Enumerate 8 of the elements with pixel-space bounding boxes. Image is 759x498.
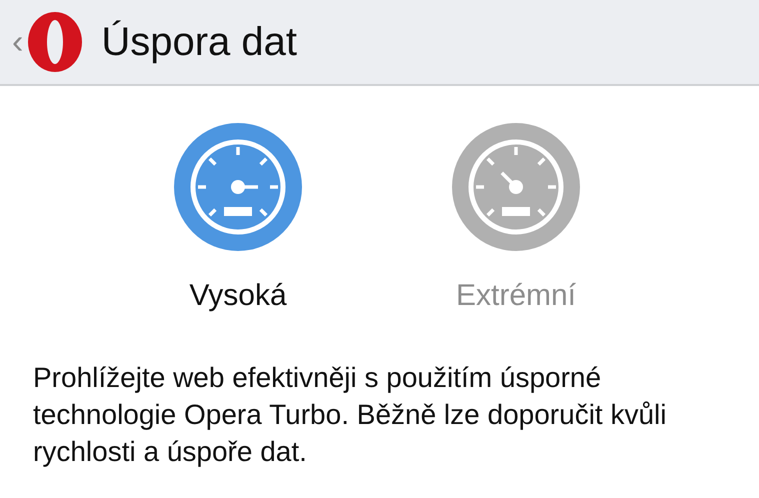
speedometer-icon <box>452 123 580 251</box>
back-button[interactable]: ‹ <box>12 22 24 62</box>
mode-option[interactable]: Extrémní <box>452 123 580 313</box>
description-text: Prohlížejte web efektivněji s použitím úsporné technologie Opera Turbo. Běžně lze doporučit kvůli rychlosti a úspoře dat. <box>33 361 668 469</box>
logo-icon <box>27 11 84 73</box>
page-title: Úspora dat <box>101 20 297 64</box>
mode-option[interactable]: Vysoká <box>174 123 302 313</box>
speedometer-icon <box>174 123 302 251</box>
